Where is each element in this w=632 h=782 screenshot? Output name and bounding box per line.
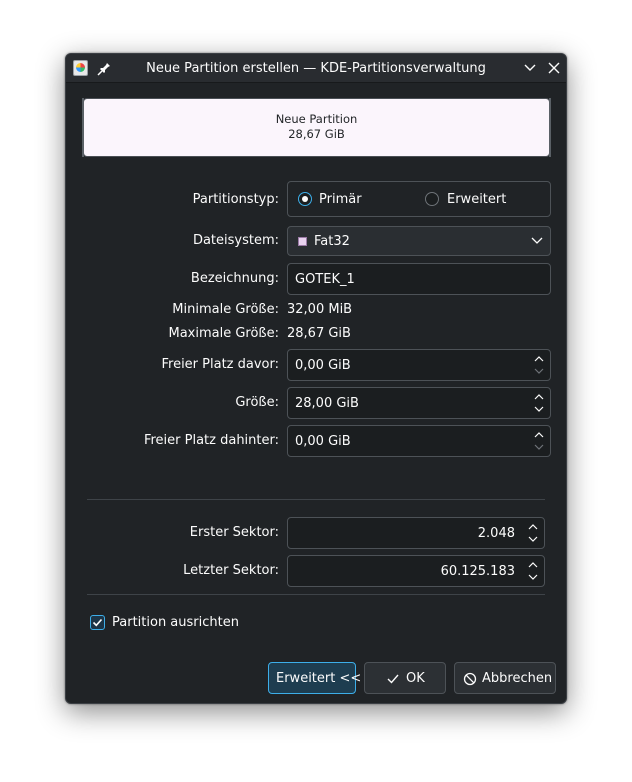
align-checkbox[interactable] — [90, 615, 105, 630]
max-size-label: Maximale Größe: — [168, 326, 279, 341]
window-title: Neue Partition erstellen — KDE-Partition… — [146, 61, 486, 76]
radio-extended[interactable] — [425, 192, 439, 206]
min-size-value: 32,00 MiB — [287, 302, 353, 317]
title-bar[interactable]: Neue Partition erstellen — KDE-Partition… — [66, 54, 566, 83]
advanced-button[interactable]: Erweitert << — [268, 662, 361, 694]
last-sector-label: Letzter Sektor: — [183, 563, 279, 578]
filesystem-label: Dateisystem: — [192, 233, 279, 248]
size-label: Größe: — [235, 395, 279, 410]
free-after-spinbox[interactable]: 0,00 GiB — [287, 425, 551, 457]
partitionmanager-app-icon[interactable] — [73, 60, 88, 76]
partition-type-group: Primär Erweitert — [287, 181, 551, 217]
first-sector-label: Erster Sektor: — [189, 525, 279, 540]
ok-button-label: OK — [406, 671, 425, 686]
free-after-label: Freier Platz dahinter: — [143, 433, 279, 448]
chevron-down-icon — [531, 237, 543, 244]
radio-extended-label[interactable]: Erweitert — [447, 192, 506, 207]
first-sector-value: 2.048 — [477, 526, 515, 541]
preview-partition-name: Neue Partition — [275, 112, 358, 126]
spin-arrows-icon[interactable] — [527, 522, 539, 544]
first-sector-spinbox[interactable]: 2.048 — [287, 517, 545, 549]
radio-primary-label[interactable]: Primär — [319, 192, 362, 207]
free-before-value: 0,00 GiB — [295, 358, 351, 373]
free-after-value: 0,00 GiB — [295, 434, 351, 449]
preview-partition-size: 28,67 GiB — [288, 127, 345, 141]
minimize-chevron-icon[interactable] — [522, 60, 538, 76]
size-spinbox[interactable]: 28,00 GiB — [287, 387, 551, 419]
separator — [87, 594, 545, 595]
separator — [87, 499, 545, 500]
partition-label-value: GOTEK_1 — [295, 272, 355, 287]
ok-button[interactable]: OK — [364, 662, 446, 694]
cancel-icon — [463, 672, 477, 686]
partition-label-input[interactable]: GOTEK_1 — [287, 263, 551, 295]
filesystem-color-swatch — [298, 237, 307, 246]
checkmark-icon — [387, 674, 399, 684]
last-sector-spinbox[interactable]: 60.125.183 — [287, 555, 545, 587]
partition-preview-bar: Neue Partition 28,67 GiB — [82, 98, 551, 157]
partition-type-label: Partitionstyp: — [192, 192, 279, 207]
size-value: 28,00 GiB — [295, 396, 359, 411]
create-partition-dialog: Neue Partition erstellen — KDE-Partition… — [65, 53, 567, 704]
min-size-label: Minimale Größe: — [172, 302, 279, 317]
max-size-value: 28,67 GiB — [287, 326, 351, 341]
spin-arrows-icon[interactable] — [533, 430, 545, 452]
free-before-label: Freier Platz davor: — [161, 357, 279, 372]
spin-arrows-icon[interactable] — [533, 392, 545, 414]
checkmark-icon — [92, 618, 103, 627]
partition-label-label: Bezeichnung: — [190, 271, 279, 286]
cancel-button-label: Abbrechen — [482, 671, 553, 686]
filesystem-combobox[interactable]: Fat32 — [287, 226, 551, 256]
spin-arrows-icon[interactable] — [533, 354, 545, 376]
advanced-button-label: Erweitert << — [276, 671, 362, 686]
radio-primary[interactable] — [298, 192, 312, 206]
last-sector-value: 60.125.183 — [440, 564, 515, 579]
close-icon[interactable] — [546, 60, 562, 76]
filesystem-value: Fat32 — [314, 234, 350, 249]
cancel-button[interactable]: Abbrechen — [454, 662, 556, 694]
align-checkbox-label[interactable]: Partition ausrichten — [112, 615, 239, 630]
free-before-spinbox[interactable]: 0,00 GiB — [287, 349, 551, 381]
spin-arrows-icon[interactable] — [527, 560, 539, 582]
pin-icon[interactable] — [96, 59, 112, 77]
